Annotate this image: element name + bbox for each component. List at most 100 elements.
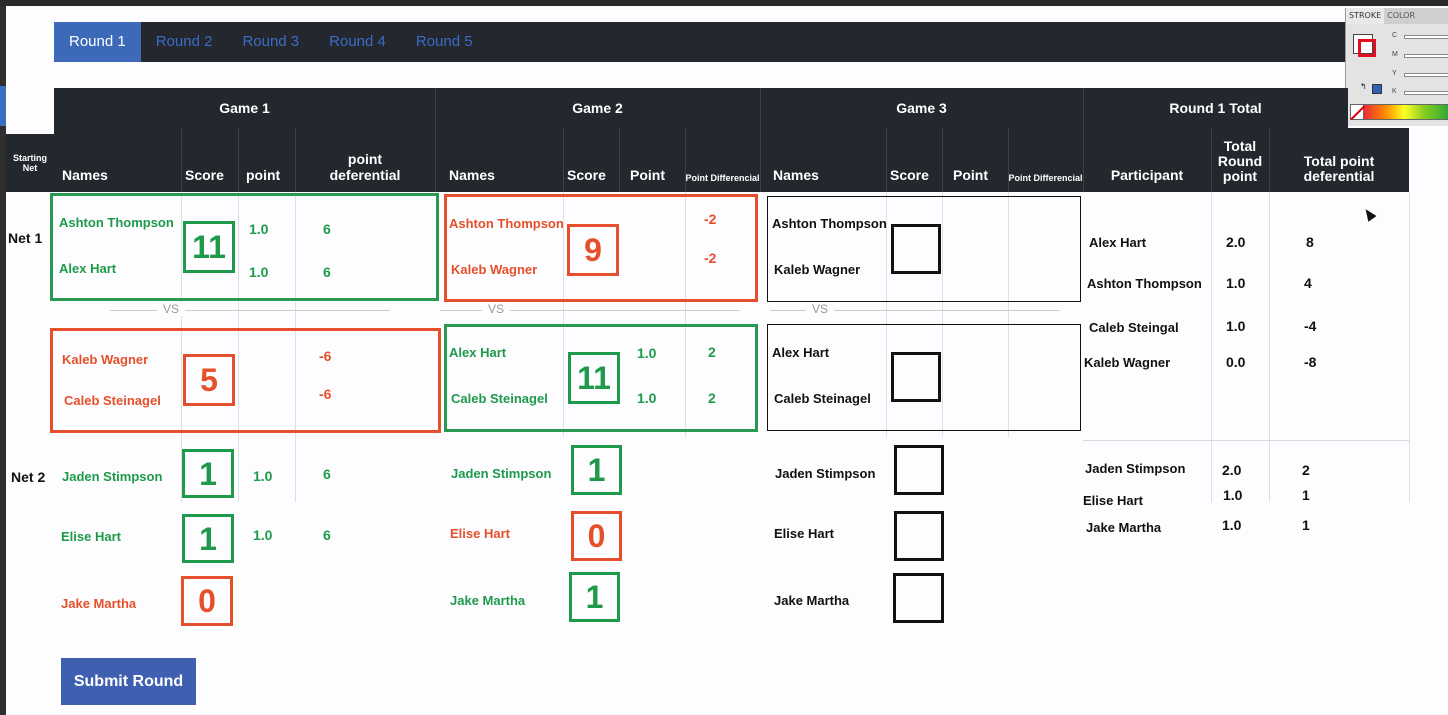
header-divider — [238, 128, 239, 192]
stroke-tab[interactable]: STROKE — [1346, 8, 1385, 24]
vs-label: VS — [482, 302, 511, 316]
score-box[interactable]: 9 — [567, 224, 619, 276]
point-value: 1.0 — [637, 390, 657, 406]
total-points: 2.0 — [1222, 462, 1242, 478]
total-points: 1.0 — [1222, 517, 1242, 533]
total-participant: Jake Martha — [1086, 520, 1162, 535]
tab-round-5[interactable]: Round 5 — [401, 22, 488, 62]
diff-value: -6 — [319, 386, 332, 402]
player-name: Ashton Thompson — [59, 215, 174, 230]
g3-point-differencial-header: Point Differencial — [1008, 128, 1083, 192]
score-box[interactable]: 1 — [182, 449, 234, 498]
score-box[interactable]: 1 — [571, 445, 622, 495]
total-participant: Elise Hart — [1083, 493, 1143, 508]
fill-swatch-icon[interactable] — [1372, 84, 1382, 94]
black-slider[interactable]: K — [1388, 88, 1448, 97]
stroke-swatch-icon[interactable] — [1353, 34, 1376, 57]
header-divider — [1008, 128, 1009, 192]
score-box[interactable]: 11 — [183, 221, 235, 273]
tab-round-2[interactable]: Round 2 — [141, 22, 228, 62]
player-name: Jake Martha — [774, 593, 850, 608]
header-divider — [563, 128, 564, 192]
player-name: Caleb Steinagel — [451, 391, 548, 406]
score-input-empty[interactable] — [893, 573, 944, 623]
total-diff: 2 — [1302, 462, 1310, 478]
player-name: Caleb Steinagel — [64, 393, 161, 408]
score-input-empty[interactable] — [891, 352, 941, 402]
submit-round-button[interactable]: Submit Round — [61, 658, 196, 705]
vs-label: VS — [157, 302, 186, 316]
player-name: Alex Hart — [772, 345, 830, 360]
point-value: 1.0 — [249, 221, 269, 237]
g1-point-header: point — [238, 128, 295, 192]
header-divider — [942, 128, 943, 192]
header-divider — [435, 88, 436, 192]
score-box[interactable]: 1 — [569, 572, 620, 622]
score-box[interactable]: 0 — [181, 576, 233, 626]
yellow-slider[interactable]: Y — [1388, 70, 1448, 79]
header-divider — [1211, 128, 1212, 192]
grid-line — [1409, 192, 1410, 502]
none-swatch-icon[interactable] — [1350, 104, 1364, 120]
vs-label: VS — [806, 302, 835, 316]
g1-point-deferential-header: point deferential — [295, 128, 435, 192]
score-input-empty[interactable] — [894, 511, 944, 561]
header-divider — [1083, 88, 1084, 192]
total-points: 2.0 — [1226, 234, 1246, 250]
starting-net-header: Starting Net — [6, 134, 54, 192]
score-box[interactable]: 1 — [182, 514, 234, 563]
diff-value: 6 — [323, 527, 331, 543]
score-input-empty[interactable] — [891, 224, 941, 274]
tab-round-3[interactable]: Round 3 — [227, 22, 314, 62]
total-diff: 1 — [1302, 487, 1310, 503]
participant-header: Participant — [1083, 128, 1211, 192]
game3-header: Game 3 — [760, 88, 1083, 128]
stroke-color-panel[interactable]: STROKE COLOR C M Y K ↰ — [1345, 8, 1448, 126]
player-name: Elise Hart — [450, 526, 510, 541]
player-name: Elise Hart — [61, 529, 121, 544]
game2-header: Game 2 — [435, 88, 760, 128]
player-name: Alex Hart — [59, 261, 117, 276]
header-divider — [886, 128, 887, 192]
diff-value: 6 — [323, 221, 331, 237]
total-points: 0.0 — [1226, 354, 1246, 370]
color-tab[interactable]: COLOR — [1384, 8, 1418, 24]
g1-score-header: Score — [181, 128, 238, 192]
g2-point-differencial-header: Point Differencial — [685, 128, 760, 192]
swap-icon[interactable]: ↰ — [1360, 82, 1367, 91]
tab-round-4[interactable]: Round 4 — [314, 22, 401, 62]
g2-score-header: Score — [563, 128, 619, 192]
total-participant: Kaleb Wagner — [1084, 355, 1171, 370]
g1-top-team-block — [50, 193, 439, 301]
diff-value: 6 — [323, 264, 331, 280]
score-input-empty[interactable] — [894, 445, 944, 495]
score-box[interactable]: 5 — [183, 354, 235, 406]
player-name: Alex Hart — [449, 345, 507, 360]
total-participant: Ashton Thompson — [1087, 276, 1202, 291]
g3-names-header: Names — [760, 128, 886, 192]
score-box[interactable]: 0 — [571, 511, 622, 561]
total-round-point-header: Total Round point — [1211, 128, 1269, 192]
tab-round-1[interactable]: Round 1 — [54, 22, 141, 62]
total-points: 1.0 — [1226, 275, 1246, 291]
grid-line — [1269, 192, 1270, 502]
header-divider — [1269, 128, 1270, 192]
total-points: 1.0 — [1226, 318, 1246, 334]
point-value: 1.0 — [253, 527, 273, 543]
player-name: Ashton Thompson — [449, 216, 564, 231]
total-participant: Alex Hart — [1089, 235, 1147, 250]
header-divider — [619, 128, 620, 192]
total-point-deferential-header: Total point deferential — [1269, 128, 1409, 192]
net-2-label: Net 2 — [11, 469, 46, 485]
header-divider — [685, 128, 686, 192]
magenta-slider[interactable]: M — [1388, 51, 1448, 60]
total-diff: 1 — [1302, 517, 1310, 533]
score-box[interactable]: 11 — [568, 352, 620, 404]
total-diff: -4 — [1304, 318, 1317, 334]
point-value: 1.0 — [249, 264, 269, 280]
game1-header: Game 1 — [54, 88, 435, 128]
g2-names-header: Names — [435, 128, 563, 192]
cyan-slider[interactable]: C — [1388, 32, 1448, 41]
player-name: Jaden Stimpson — [775, 466, 876, 481]
round-tabs: Round 1 Round 2 Round 3 Round 4 Round 5 — [54, 22, 1352, 62]
